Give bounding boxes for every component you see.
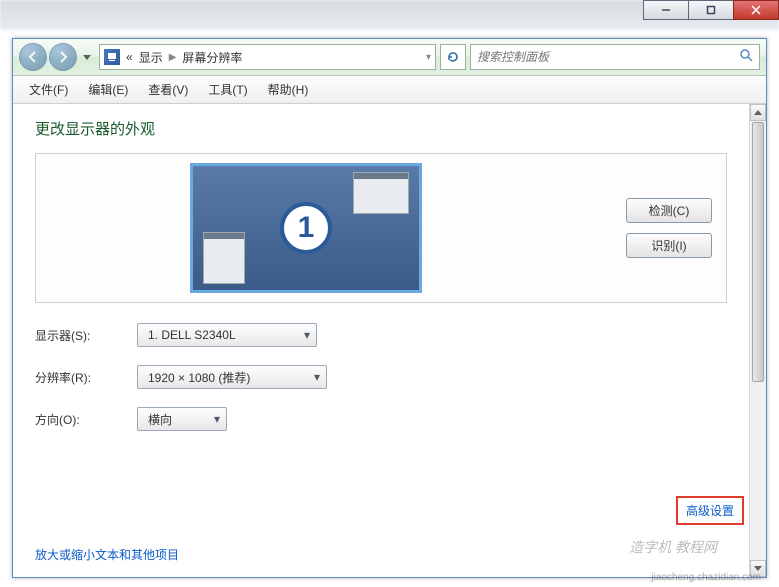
control-panel-window: « 显示 ▶ 屏幕分辨率 ▾ 文件(F) 编辑(E) 查看(V) 工具(T [12,38,767,578]
orientation-value: 横向 [148,411,172,428]
nav-forward-button[interactable] [49,43,77,71]
monitor-buttons: 检测(C) 识别(I) [626,198,712,258]
window-controls [644,0,779,20]
page-title: 更改显示器的外观 [35,118,727,139]
orientation-row: 方向(O): 横向 ▾ [35,407,727,431]
control-panel-icon [104,49,120,65]
monitor-preview[interactable]: 1 [190,163,422,293]
refresh-button[interactable] [440,44,466,70]
breadcrumb-display[interactable]: 显示 [139,49,163,66]
chevron-down-icon: ▾ [214,412,220,426]
nav-back-button[interactable] [19,43,47,71]
monitor-number-badge: 1 [280,202,332,254]
address-dropdown-icon[interactable]: ▾ [426,52,431,63]
scroll-up-button[interactable] [750,104,766,121]
menu-bar: 文件(F) 编辑(E) 查看(V) 工具(T) 帮助(H) [13,76,766,104]
content-wrap: 更改显示器的外观 1 检测(C) 识别(I) 显示器(S): 1 [13,104,766,577]
outer-window: « 显示 ▶ 屏幕分辨率 ▾ 文件(F) 编辑(E) 查看(V) 工具(T [0,0,779,587]
breadcrumb-prefix[interactable]: « [126,50,133,64]
maximize-button[interactable] [688,0,734,20]
search-box[interactable] [470,44,760,70]
menu-help[interactable]: 帮助(H) [258,77,319,102]
mini-window-icon [353,172,409,214]
menu-file[interactable]: 文件(F) [19,77,78,102]
vertical-scrollbar[interactable] [749,104,766,577]
display-dropdown[interactable]: 1. DELL S2340L ▾ [137,323,317,347]
resolution-dropdown[interactable]: 1920 × 1080 (推荐) ▾ [137,365,327,389]
menu-view[interactable]: 查看(V) [138,77,198,102]
chevron-right-icon: ▶ [169,52,177,63]
minimize-button[interactable] [643,0,689,20]
menu-edit[interactable]: 编辑(E) [78,77,138,102]
text-scaling-link[interactable]: 放大或缩小文本和其他项目 [35,546,179,563]
resolution-label: 分辨率(R): [35,369,125,386]
address-bar-row: « 显示 ▶ 屏幕分辨率 ▾ [13,39,766,76]
resolution-value: 1920 × 1080 (推荐) [148,369,250,386]
monitor-preview-box: 1 检测(C) 识别(I) [35,153,727,303]
display-label: 显示器(S): [35,327,125,344]
menu-tools[interactable]: 工具(T) [198,77,257,102]
address-bar[interactable]: « 显示 ▶ 屏幕分辨率 ▾ [99,44,436,70]
advanced-settings-highlight: 高级设置 [676,496,744,525]
nav-history-dropdown[interactable] [79,45,95,69]
scrollbar-thumb[interactable] [752,122,764,382]
identify-button[interactable]: 识别(I) [626,233,712,258]
content-area: 更改显示器的外观 1 检测(C) 识别(I) 显示器(S): 1 [13,104,749,577]
resolution-row: 分辨率(R): 1920 × 1080 (推荐) ▾ [35,365,727,389]
detect-button[interactable]: 检测(C) [626,198,712,223]
breadcrumb-resolution[interactable]: 屏幕分辨率 [182,49,242,66]
display-value: 1. DELL S2340L [148,328,236,342]
search-icon[interactable] [739,48,753,67]
mini-window-icon [203,232,245,284]
search-input[interactable] [477,50,733,64]
close-button[interactable] [733,0,779,20]
orientation-dropdown[interactable]: 横向 ▾ [137,407,227,431]
advanced-settings-link[interactable]: 高级设置 [686,504,734,518]
nav-buttons [19,43,95,71]
chevron-down-icon: ▾ [314,370,320,384]
display-row: 显示器(S): 1. DELL S2340L ▾ [35,323,727,347]
scroll-down-button[interactable] [750,560,766,577]
chevron-down-icon: ▾ [304,328,310,342]
orientation-label: 方向(O): [35,411,125,428]
